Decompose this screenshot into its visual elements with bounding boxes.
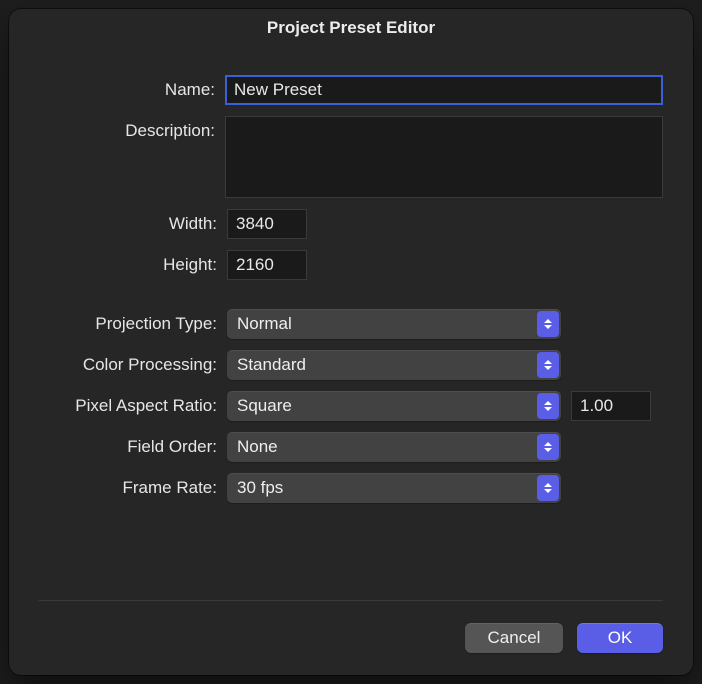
window-titlebar: Project Preset Editor [9,9,693,47]
field-area-projection: Normal [227,309,663,339]
projection-type-select[interactable]: Normal [227,309,561,339]
label-frame-rate: Frame Rate: [39,473,227,503]
color-processing-select[interactable]: Standard [227,350,561,380]
footer: Cancel OK [9,601,693,675]
form-content: Name: Description: Width: Height: [9,47,693,580]
label-description: Description: [39,116,225,146]
field-area-par: Square 1.00 [227,391,663,421]
updown-arrows-icon [537,434,559,460]
updown-arrows-icon [537,475,559,501]
label-field-order: Field Order: [39,432,227,462]
row-height: Height: [39,250,663,280]
name-input[interactable] [225,75,663,105]
field-order-select[interactable]: None [227,432,561,462]
row-name: Name: [39,75,663,105]
preset-editor-window: Project Preset Editor Name: Description:… [9,9,693,675]
updown-arrows-icon [537,393,559,419]
width-input[interactable] [227,209,307,239]
frame-rate-select[interactable]: 30 fps [227,473,561,503]
pixel-aspect-ratio-select[interactable]: Square [227,391,561,421]
label-par: Pixel Aspect Ratio: [39,391,227,421]
pixel-aspect-ratio-value: Square [237,396,292,416]
field-area-description [225,116,663,198]
field-area-frame-rate: 30 fps [227,473,663,503]
field-area-field-order: None [227,432,663,462]
updown-arrows-icon [537,311,559,337]
row-projection: Projection Type: Normal [39,309,663,339]
label-color: Color Processing: [39,350,227,380]
field-area-width [227,209,663,239]
row-width: Width: [39,209,663,239]
description-textarea[interactable] [225,116,663,198]
field-area-name [225,75,663,105]
label-width: Width: [39,209,227,239]
frame-rate-value: 30 fps [237,478,283,498]
label-height: Height: [39,250,227,280]
row-field-order: Field Order: None [39,432,663,462]
window-title: Project Preset Editor [267,18,435,38]
updown-arrows-icon [537,352,559,378]
field-area-height [227,250,663,280]
label-projection: Projection Type: [39,309,227,339]
color-processing-value: Standard [237,355,306,375]
height-input[interactable] [227,250,307,280]
field-area-color: Standard [227,350,663,380]
cancel-button[interactable]: Cancel [465,623,563,653]
row-frame-rate: Frame Rate: 30 fps [39,473,663,503]
field-order-value: None [237,437,278,457]
label-name: Name: [39,75,225,105]
row-color: Color Processing: Standard [39,350,663,380]
pixel-aspect-ratio-number[interactable]: 1.00 [571,391,651,421]
row-description: Description: [39,116,663,198]
row-par: Pixel Aspect Ratio: Square 1.00 [39,391,663,421]
projection-type-value: Normal [237,314,292,334]
ok-button[interactable]: OK [577,623,663,653]
